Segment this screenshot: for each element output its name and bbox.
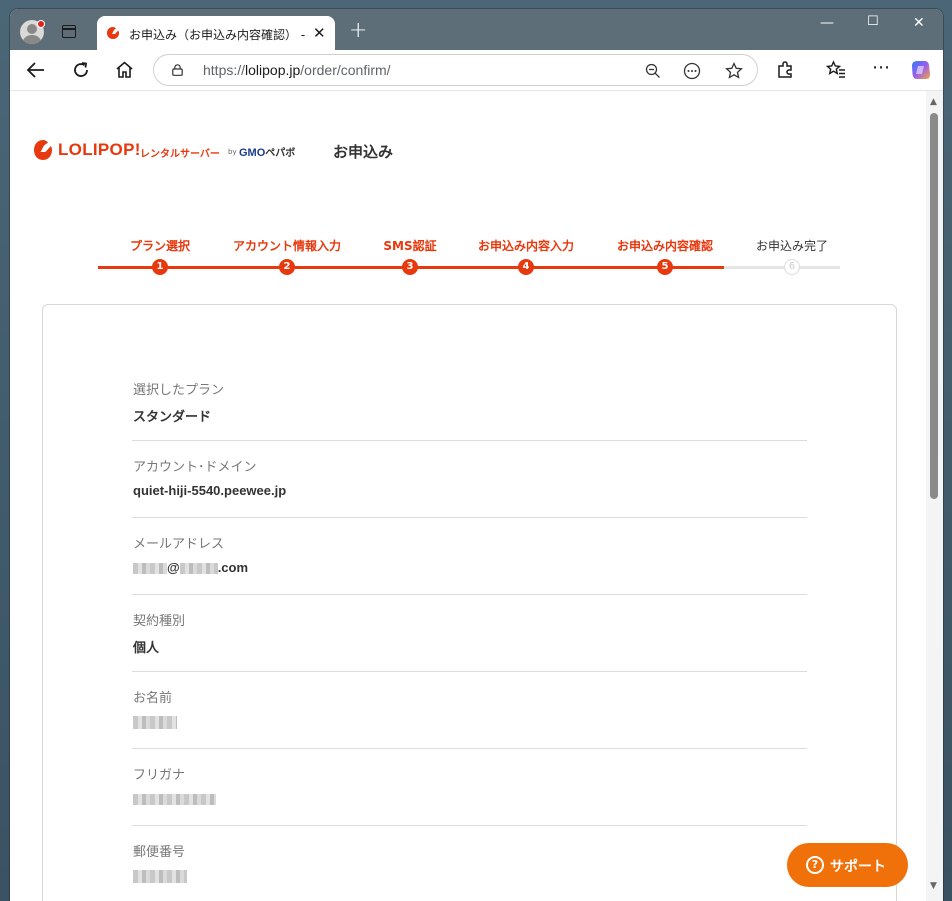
step-5-label: お申込み内容確認 (616, 239, 714, 253)
kana-field: フリガナ (132, 764, 807, 826)
plan-field: 選択したプラン スタンダード (132, 379, 807, 441)
favorite-star-icon[interactable] (725, 62, 743, 80)
step-4-marker: 4 (518, 259, 534, 275)
support-label: サポート (830, 859, 886, 875)
step-3-label: SMS認証 (383, 239, 437, 253)
name-label: お名前 (133, 691, 173, 706)
page-title: お申込み (333, 143, 394, 161)
settings-more-icon[interactable]: ⋯ (872, 58, 890, 78)
step-6-marker: 6 (784, 259, 800, 275)
tab-close-icon[interactable]: ✕ (313, 24, 326, 42)
lolipop-logo-icon (34, 140, 52, 160)
more-tools-icon[interactable] (683, 62, 701, 80)
help-circle-icon: ? (806, 856, 824, 874)
page-scrollbar[interactable]: ▲ ▼ (926, 91, 943, 901)
step-2-label: アカウント情報入力 (232, 239, 342, 253)
plan-value: スタンダード (133, 410, 212, 425)
step-1-marker: 1 (152, 259, 168, 275)
browser-toolbar: https://lolipop.jp/order/confirm/ ⋯ (10, 50, 943, 91)
home-icon[interactable] (115, 60, 134, 79)
profile-notification-badge (37, 20, 45, 28)
back-icon[interactable] (26, 61, 46, 79)
scroll-thumb[interactable] (930, 113, 938, 499)
window-close-icon[interactable]: ✕ (913, 15, 925, 31)
name-value-redacted (133, 714, 177, 730)
new-tab-button[interactable]: + (349, 18, 367, 43)
maximize-icon[interactable]: ☐ (867, 14, 879, 29)
tab-active[interactable]: お申込み（お申込み内容確認） - Ď ✕ (97, 16, 335, 50)
brand-subtitle: レンタルサーバー (140, 149, 220, 160)
gmo-pepabo-logo: GMOペパボ (239, 147, 296, 159)
tab-actions-icon[interactable] (62, 25, 76, 38)
email-value: @ .com (133, 560, 248, 575)
contract-value: 個人 (133, 641, 160, 656)
lolipop-favicon-icon (107, 27, 119, 39)
zip-field: 郵便番号 (132, 841, 807, 901)
email-field: メールアドレス @ .com (132, 533, 807, 595)
url-text[interactable]: https://lolipop.jp/order/confirm/ (203, 62, 391, 78)
step-3-marker: 3 (402, 259, 418, 275)
zip-value-redacted (133, 868, 187, 884)
scroll-up-icon[interactable]: ▲ (930, 97, 937, 107)
step-1-label: プラン選択 (129, 239, 191, 253)
email-domain-redacted (179, 563, 218, 575)
page-viewport: LOLIPOP! レンタルサーバー by GMOペパボ お申込み プラン選択 1… (10, 91, 926, 901)
contract-label: 契約種別 (133, 614, 186, 629)
email-user-redacted (133, 563, 167, 575)
refresh-icon[interactable] (71, 60, 91, 80)
copilot-icon[interactable] (910, 59, 932, 81)
name-field: お名前 (132, 687, 807, 749)
brand-by-text: by (228, 148, 237, 156)
support-button[interactable]: ? サポート (787, 843, 908, 887)
kana-label: フリガナ (133, 768, 186, 783)
tab-strip: お申込み（お申込み内容確認） - Ď ✕ + — ☐ ✕ (10, 9, 943, 50)
step-4-label: お申込み内容入力 (477, 239, 575, 253)
kana-value-redacted (133, 791, 216, 806)
zoom-out-icon[interactable] (645, 63, 661, 79)
brand-name: LOLIPOP! (58, 140, 141, 159)
extensions-icon[interactable] (776, 60, 795, 79)
plan-label: 選択したプラン (133, 383, 225, 398)
minimize-icon[interactable]: — (820, 15, 834, 31)
step-2-marker: 2 (279, 259, 295, 275)
zip-label: 郵便番号 (133, 845, 186, 860)
step-5-marker: 5 (657, 259, 673, 275)
progress-stepper: プラン選択 1 アカウント情報入力 2 SMS認証 3 お申込み内容入力 4 お… (98, 229, 840, 277)
email-label: メールアドレス (133, 537, 225, 552)
contract-field: 契約種別 個人 (132, 610, 807, 672)
address-bar[interactable]: https://lolipop.jp/order/confirm/ (153, 54, 758, 86)
lock-icon[interactable] (172, 64, 183, 76)
browser-window: お申込み（お申込み内容確認） - Ď ✕ + — ☐ ✕ https://lol… (10, 9, 943, 901)
step-6-label: お申込み完了 (755, 239, 829, 253)
confirm-card: 選択したプラン スタンダード アカウント･ドメイン quiet-hiji-554… (42, 304, 897, 901)
domain-field: アカウント･ドメイン quiet-hiji-5540.peewee.jp (132, 456, 807, 518)
favorites-icon[interactable] (826, 60, 846, 79)
tab-title: お申込み（お申込み内容確認） - Ď (129, 28, 307, 42)
domain-value: quiet-hiji-5540.peewee.jp (133, 483, 287, 498)
scroll-down-icon[interactable]: ▼ (930, 881, 937, 891)
domain-label: アカウント･ドメイン (133, 460, 257, 475)
